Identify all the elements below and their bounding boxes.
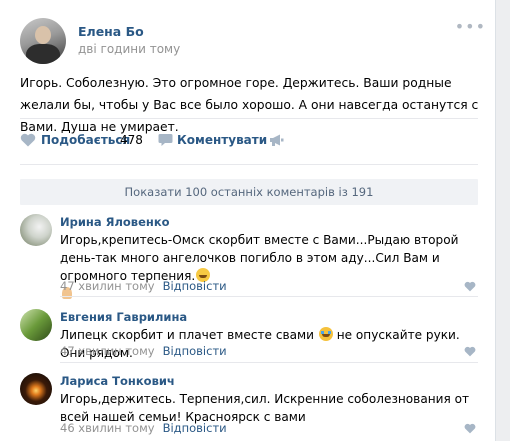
heart-icon[interactable] xyxy=(464,346,476,357)
commenter-name[interactable]: Евгения Гаврилина xyxy=(60,310,187,324)
post-time[interactable]: дві години тому xyxy=(78,42,180,56)
comment-icon xyxy=(158,134,173,146)
megaphone-icon xyxy=(270,134,284,146)
reply-link[interactable]: Відповісти xyxy=(163,421,227,435)
heart-icon[interactable] xyxy=(464,281,476,292)
divider xyxy=(20,118,478,119)
comment-item: Ирина Яловенко Игорь,крепитесь-Омск скор… xyxy=(20,214,486,299)
reply-link[interactable]: Відповісти xyxy=(163,279,227,293)
comment-time[interactable]: 47 хвилин тому xyxy=(60,279,155,293)
divider xyxy=(60,362,478,363)
post-header: Елена Бо дві години тому ••• xyxy=(20,18,486,64)
comment-time[interactable]: 46 хвилин тому xyxy=(60,421,155,435)
comment-label: Коментувати xyxy=(177,133,268,147)
comment-text-content: Игорь,крепитесь-Омск скорбит вместе с Ва… xyxy=(60,233,459,283)
comment-item: Лариса Тонкович Игорь,держитесь. Терпени… xyxy=(20,373,486,441)
show-more-comments-button[interactable]: Показати 100 останніх коментарів із 191 xyxy=(20,179,478,205)
divider xyxy=(60,296,478,297)
comment-meta: 47 хвилин тому Відповісти xyxy=(60,344,227,358)
divider xyxy=(20,164,478,165)
more-options-icon[interactable]: ••• xyxy=(455,19,486,35)
commenter-avatar[interactable] xyxy=(20,214,52,246)
post-card: Елена Бо дві години тому ••• Игорь. Собо… xyxy=(0,0,496,441)
comment-meta: 47 хвилин тому Відповісти xyxy=(60,279,227,293)
comment-text-before: Липецк скорбит и плачет вместе свами xyxy=(60,328,314,342)
comment-time[interactable]: 47 хвилин тому xyxy=(60,344,155,358)
comment-item: Евгения Гаврилина Липецк скорбит и плаче… xyxy=(20,309,486,360)
heart-icon xyxy=(20,133,36,147)
commenter-name[interactable]: Лариса Тонкович xyxy=(60,374,175,388)
commenter-avatar[interactable] xyxy=(20,309,52,341)
scrollbar[interactable] xyxy=(496,0,510,441)
comment-meta: 46 хвилин тому Відповісти xyxy=(60,421,227,435)
heart-icon[interactable] xyxy=(464,423,476,434)
crying-emoji-icon xyxy=(318,327,333,341)
post-text: Игорь. Соболезную. Это огромное горе. Де… xyxy=(20,76,479,134)
like-label: Подобається xyxy=(41,133,131,147)
author-avatar[interactable] xyxy=(20,18,66,64)
like-count: 478 xyxy=(120,133,143,147)
commenter-avatar[interactable] xyxy=(20,373,52,405)
author-name[interactable]: Елена Бо xyxy=(78,24,144,39)
commenter-name[interactable]: Ирина Яловенко xyxy=(60,215,170,229)
reply-link[interactable]: Відповісти xyxy=(163,344,227,358)
